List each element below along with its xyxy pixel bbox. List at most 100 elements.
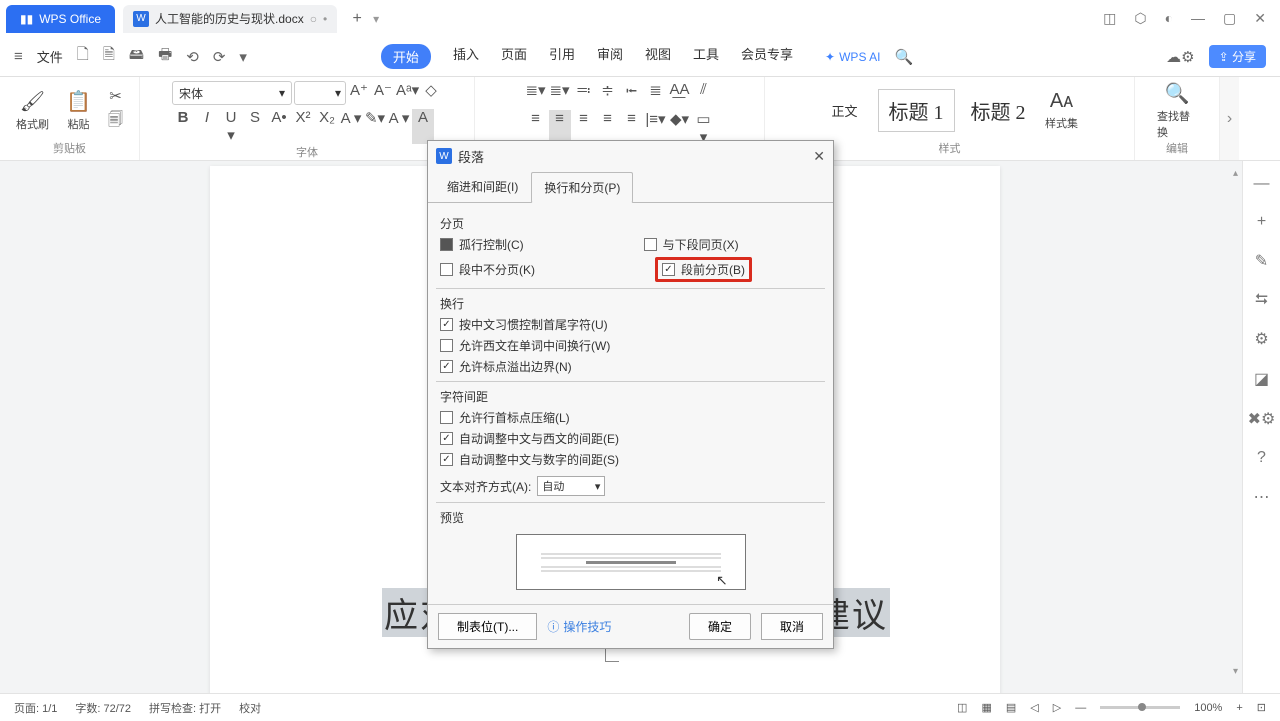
font-effects-button[interactable]: A ▾ — [340, 109, 362, 144]
checkbox-cjk-first-last[interactable]: 按中文习惯控制首尾字符(U) — [440, 316, 821, 333]
search-icon[interactable]: 🔍 — [894, 48, 913, 66]
panel-icon[interactable]: ◫ — [1103, 10, 1116, 27]
tips-link[interactable]: ⓘ操作技巧 — [547, 618, 611, 635]
font-name-select[interactable]: 宋体▾ — [172, 81, 292, 105]
view-mode-icon[interactable]: ◫ — [957, 701, 967, 714]
style-heading1[interactable]: 标题 1 — [878, 89, 955, 132]
tab-dropdown-icon[interactable]: • — [323, 12, 327, 26]
avatar-icon[interactable]: ◐ — [1165, 10, 1173, 27]
status-spellcheck[interactable]: 拼写检查: 打开 — [149, 700, 221, 716]
style-heading2[interactable]: 标题 2 — [961, 90, 1036, 131]
dialog-title-bar[interactable]: W 段落 ✕ — [428, 141, 833, 171]
highlight-button[interactable]: ✎▾ — [364, 109, 386, 144]
dialog-close-button[interactable]: ✕ — [813, 148, 825, 165]
clear-format-icon[interactable]: ◇ — [420, 81, 442, 105]
style-normal[interactable]: 正文 — [817, 95, 871, 126]
ribbon-tab-insert[interactable]: 插入 — [453, 44, 479, 69]
layers-icon[interactable]: ◪ — [1254, 369, 1269, 389]
increase-font-icon[interactable]: A⁺ — [348, 81, 370, 105]
scroll-up-icon[interactable]: ▴ — [1233, 168, 1238, 179]
settings-icon[interactable]: ⚙ — [1254, 329, 1268, 349]
cube-icon[interactable]: ⬡ — [1134, 10, 1146, 27]
cloud-settings-icon[interactable]: ☁⚙ — [1166, 48, 1194, 66]
cancel-button[interactable]: 取消 — [761, 613, 823, 640]
zoom-in-icon[interactable]: + — [1257, 213, 1266, 231]
bullets-icon[interactable]: ≣▾ — [525, 81, 547, 106]
line-spacing-icon[interactable]: ≣ — [645, 81, 667, 106]
edit-icon[interactable]: ✎ — [1255, 251, 1268, 271]
decrease-indent-icon[interactable]: ≕ — [573, 81, 595, 106]
font-size-select[interactable]: ▾ — [294, 81, 346, 105]
minimize-button[interactable]: — — [1191, 10, 1205, 27]
bold-button[interactable]: B — [172, 109, 194, 144]
view-mode-icon[interactable]: ▦ — [981, 701, 991, 714]
zoom-out-icon[interactable]: — — [1254, 175, 1270, 193]
quick-more-icon[interactable]: ▾ — [239, 48, 247, 66]
help-icon[interactable]: ? — [1257, 449, 1266, 467]
char-scale-icon[interactable]: A͟A — [669, 81, 691, 106]
zoom-in-button[interactable]: + — [1236, 702, 1242, 714]
quick-print-icon[interactable]: 🖶 — [158, 44, 172, 69]
ribbon-tab-review[interactable]: 审阅 — [597, 44, 623, 69]
quick-open-icon[interactable]: 🗎 — [103, 44, 115, 69]
checkbox-widow-control[interactable]: 孤行控制(C) — [440, 236, 524, 253]
view-mode-icon[interactable]: ▤ — [1006, 701, 1016, 714]
cut-icon[interactable]: ✂ — [105, 87, 127, 105]
decrease-font-icon[interactable]: A⁻ — [372, 81, 394, 105]
status-proof[interactable]: 校对 — [239, 700, 261, 716]
status-page[interactable]: 页面: 1/1 — [14, 700, 57, 716]
wps-ai-button[interactable]: ✦WPS AI — [825, 50, 880, 64]
quick-save-icon[interactable]: 🖴 — [129, 44, 144, 69]
ribbon-expand-button[interactable]: › — [1219, 77, 1239, 160]
paste-button[interactable]: 📋粘贴 — [59, 89, 99, 132]
checkbox-page-break-before[interactable]: 段前分页(B) — [655, 257, 752, 282]
view-mode-icon[interactable]: ◁ — [1030, 701, 1038, 714]
zoom-out-button[interactable]: — — [1075, 702, 1086, 714]
ribbon-tab-page[interactable]: 页面 — [501, 44, 527, 69]
format-painter-button[interactable]: 🖌格式刷 — [13, 89, 53, 132]
tools-icon[interactable]: ✖⚙ — [1248, 409, 1276, 429]
file-menu[interactable]: 文件 — [37, 47, 63, 66]
maximize-button[interactable]: ▢ — [1223, 10, 1236, 27]
more-icon[interactable]: ⋯ — [1254, 487, 1270, 507]
find-replace-button[interactable]: 🔍查找替换 — [1157, 81, 1197, 140]
subscript-button[interactable]: X₂ — [316, 109, 338, 144]
tab-line-page-breaks[interactable]: 换行和分页(P) — [531, 172, 633, 203]
tabs-button[interactable]: 制表位(T)... — [438, 613, 537, 640]
app-tab[interactable]: ▮▮ WPS Office — [6, 5, 115, 33]
ribbon-tab-view[interactable]: 视图 — [645, 44, 671, 69]
share-button[interactable]: ⇪ 分享 — [1209, 45, 1266, 68]
change-case-icon[interactable]: Aᵃ▾ — [396, 81, 418, 105]
checkbox-hanging-punct[interactable]: 允许标点溢出边界(N) — [440, 358, 821, 375]
zoom-level[interactable]: 100% — [1194, 702, 1222, 714]
checkbox-cjk-number-spacing[interactable]: 自动调整中文与数字的间距(S) — [440, 451, 821, 468]
checkbox-punct-compress[interactable]: 允许行首标点压缩(L) — [440, 409, 821, 426]
increase-indent-icon[interactable]: ≑ — [597, 81, 619, 106]
fit-page-icon[interactable]: ⊡ — [1257, 701, 1266, 714]
emphasis-button[interactable]: A• — [268, 109, 290, 144]
quick-undo-icon[interactable]: ⟲ — [186, 48, 199, 66]
superscript-button[interactable]: X² — [292, 109, 314, 144]
text-align-select[interactable]: 自动▾ — [537, 476, 605, 496]
tab-indent-spacing[interactable]: 缩进和间距(I) — [434, 171, 531, 202]
close-button[interactable]: ✕ — [1254, 10, 1266, 27]
status-words[interactable]: 字数: 72/72 — [75, 700, 131, 716]
quick-new-icon[interactable]: 🗋 — [77, 44, 89, 69]
quick-redo-icon[interactable]: ⟳ — [213, 48, 226, 66]
ribbon-tab-reference[interactable]: 引用 — [549, 44, 575, 69]
checkbox-keep-with-next[interactable]: 与下段同页(X) — [644, 236, 739, 253]
ok-button[interactable]: 确定 — [689, 613, 751, 640]
style-set-button[interactable]: Aᴀ样式集 — [1042, 90, 1082, 131]
select-icon[interactable]: ⮀ — [1255, 291, 1268, 309]
tabs-dropdown-icon[interactable]: ▾ — [373, 12, 379, 26]
checkbox-latin-word-wrap[interactable]: 允许西文在单词中间换行(W) — [440, 337, 821, 354]
text-direction-icon[interactable]: ⭰ — [621, 81, 643, 106]
underline-button[interactable]: U ▾ — [220, 109, 242, 144]
new-tab-button[interactable]: + — [345, 7, 369, 31]
ribbon-tab-member[interactable]: 会员专享 — [741, 44, 793, 69]
copy-icon[interactable]: 🗐 — [105, 109, 127, 134]
view-mode-icon[interactable]: ▷ — [1053, 701, 1061, 714]
menu-icon[interactable]: ≡ — [14, 48, 23, 65]
strikethrough-button[interactable]: S — [244, 109, 266, 144]
document-tab[interactable]: W 人工智能的历史与现状.docx ○ • — [123, 5, 337, 33]
